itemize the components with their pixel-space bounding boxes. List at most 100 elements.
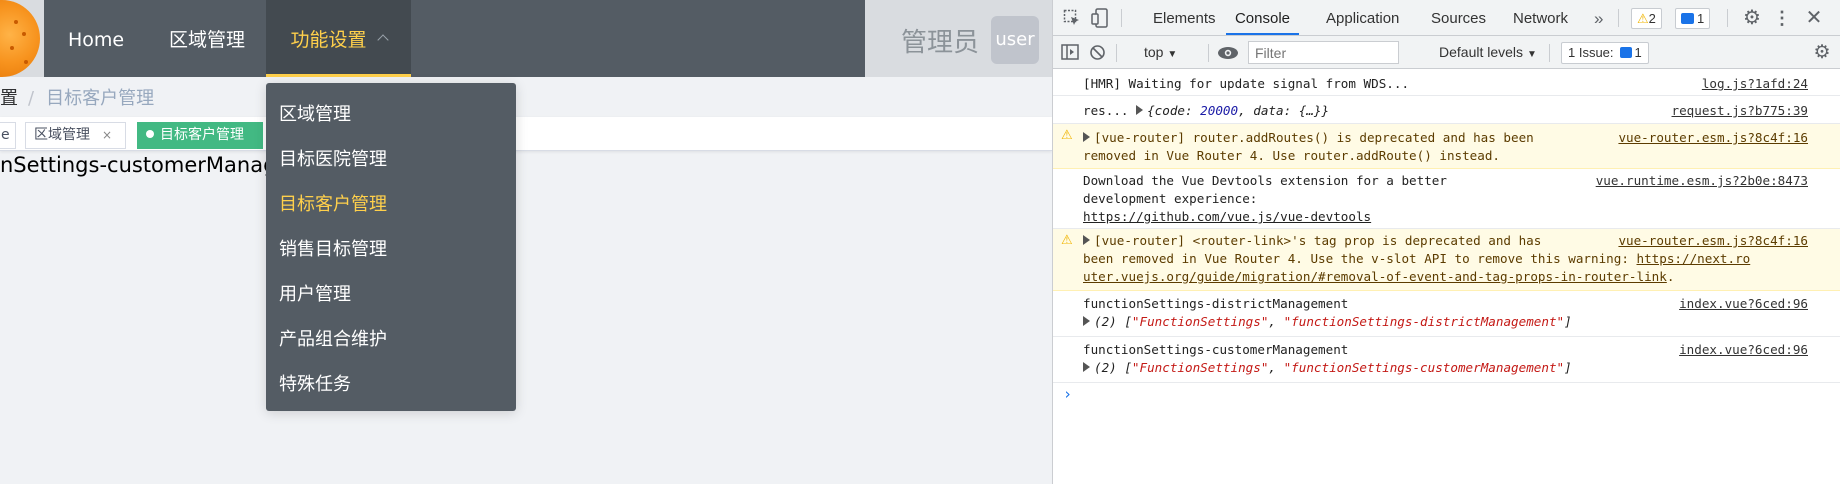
nav-home[interactable]: Home [50, 0, 142, 77]
object-preview-start: {code: [1147, 103, 1201, 118]
toolbar-separator [1121, 9, 1122, 27]
array-comma: , [1268, 360, 1284, 375]
dropdown-item[interactable]: 目标医院管理 [266, 137, 516, 182]
array-close: ] [1564, 360, 1572, 375]
inspect-element-icon[interactable] [1063, 9, 1081, 27]
app-viewport: Home 区域管理 功能设置 管理员 user 置 / 目标客户管理 e 区域管理 ×… [0, 0, 1052, 484]
dropdown-item[interactable]: 特殊任务 [266, 362, 516, 407]
dropdown-item[interactable]: 用户管理 [266, 272, 516, 317]
tab-console[interactable]: Console [1226, 0, 1299, 35]
user-area: 管理员 user [865, 0, 1052, 77]
source-link[interactable]: vue-router.esm.js?8c4f:16 [1618, 232, 1808, 250]
tag-view-item[interactable]: e [0, 122, 16, 149]
clear-console-icon[interactable] [1089, 44, 1106, 61]
devtools-panel: Elements Console Application Sources Net… [1053, 0, 1840, 484]
message-text: res... [1083, 103, 1129, 118]
expand-triangle-icon[interactable] [1083, 235, 1090, 245]
message-text: Download the Vue Devtools extension for … [1083, 173, 1447, 188]
console-output: [HMR] Waiting for update signal from WDS… [1053, 69, 1840, 484]
filter-input[interactable] [1248, 41, 1399, 64]
issues-button[interactable]: 1 Issue: 1 [1561, 42, 1649, 64]
breadcrumb: 置 / 目标客户管理 [0, 84, 154, 110]
console-settings-gear-icon[interactable]: ⚙ [1809, 36, 1835, 69]
warnings-count: 2 [1648, 11, 1656, 26]
tag-view-item-active[interactable]: 目标客户管理 [137, 122, 263, 149]
messages-badge[interactable]: 1 [1675, 8, 1711, 29]
dropdown-item[interactable]: 目标客户管理 [266, 182, 516, 227]
tab-elements[interactable]: Elements [1153, 0, 1216, 35]
console-message: [HMR] Waiting for update signal from WDS… [1053, 69, 1840, 96]
dropdown-item[interactable]: 区域管理 [266, 92, 516, 137]
warning-icon: ⚠ [1061, 233, 1073, 248]
devtools-link[interactable]: https://github.com/vue.js/vue-devtools [1083, 208, 1371, 226]
source-link[interactable]: vue.runtime.esm.js?2b0e:8473 [1596, 172, 1808, 190]
migration-link[interactable]: https://next.ro [1637, 251, 1751, 266]
eye-icon[interactable] [1217, 46, 1239, 60]
more-options-icon[interactable]: ⋮ [1772, 0, 1792, 36]
tab-sources[interactable]: Sources [1431, 0, 1486, 35]
close-icon[interactable]: ✕ [1801, 0, 1827, 36]
console-message: functionSettings-districtManagement (2) … [1053, 291, 1840, 337]
orange-logo-icon [0, 0, 40, 77]
active-dot-icon [146, 130, 154, 138]
message-text: [HMR] Waiting for update signal from WDS… [1083, 76, 1410, 91]
sidebar-toggle-icon[interactable] [1061, 44, 1079, 60]
array-string: "FunctionSettings" [1131, 360, 1269, 375]
expand-triangle-icon[interactable] [1083, 362, 1090, 372]
console-message: Download the Vue Devtools extension for … [1053, 169, 1840, 229]
source-link[interactable]: request.js?b775:39 [1672, 102, 1808, 120]
nav-function-settings[interactable]: 功能设置 [266, 0, 411, 77]
breadcrumb-separator: / [28, 88, 35, 109]
gear-icon[interactable]: ⚙ [1739, 0, 1765, 36]
close-icon[interactable]: × [102, 128, 112, 142]
console-prompt[interactable]: › [1063, 385, 1072, 403]
breadcrumb-parent[interactable]: 置 [0, 88, 18, 109]
array-string: "functionSettings-districtManagement" [1283, 314, 1565, 329]
message-text: development experience: [1083, 191, 1258, 206]
console-warning: ⚠ [vue-router] <router-link>'s tag prop … [1053, 229, 1840, 291]
message-text: functionSettings-customerManagement [1083, 342, 1349, 357]
tab-network[interactable]: Network [1513, 0, 1568, 35]
source-link[interactable]: index.vue?6ced:96 [1679, 341, 1808, 359]
array-string: "functionSettings-customerManagement" [1283, 360, 1565, 375]
message-icon [1681, 13, 1694, 24]
warnings-badge[interactable]: ⚠2 [1631, 8, 1662, 29]
expand-triangle-icon[interactable] [1083, 316, 1090, 326]
toolbar-separator [1208, 44, 1209, 62]
toolbar-separator [1618, 9, 1619, 27]
expand-triangle-icon[interactable] [1083, 132, 1090, 142]
breadcrumb-current: 目标客户管理 [46, 88, 155, 109]
tag-label: 区域管理 [34, 127, 90, 143]
context-selector[interactable]: top ▼ [1144, 36, 1177, 71]
expand-triangle-icon[interactable] [1136, 105, 1144, 115]
migration-link[interactable]: uter.vuejs.org/guide/migration/#removal-… [1083, 269, 1667, 284]
tab-application[interactable]: Application [1326, 0, 1399, 35]
dropdown-item[interactable]: 销售目标管理 [266, 227, 516, 272]
issue-icon [1619, 47, 1632, 58]
admin-name: 管理员 [901, 28, 980, 58]
more-tabs-icon[interactable]: » [1594, 0, 1603, 35]
log-levels-selector[interactable]: Default levels ▼ [1439, 36, 1537, 71]
log-levels-label: Default levels [1439, 44, 1524, 60]
source-link[interactable]: index.vue?6ced:96 [1679, 295, 1808, 313]
array-count: (2) [ [1094, 314, 1132, 329]
warning-text: [vue-router] <router-link>'s tag prop is… [1094, 233, 1542, 248]
toolbar-separator [1549, 44, 1550, 62]
toolbar-separator [1727, 9, 1728, 27]
warning-text: removed in Vue Router 4. Use router.addR… [1083, 148, 1501, 163]
console-message: res... {code: 20000, data: {…}} request.… [1053, 96, 1840, 124]
console-warning: ⚠ [vue-router] router.addRoutes() is dep… [1053, 124, 1840, 169]
source-link[interactable]: log.js?1afd:24 [1702, 75, 1808, 93]
tag-view-item[interactable]: 区域管理 × [25, 122, 126, 149]
top-navbar: Home 区域管理 功能设置 管理员 user [0, 0, 1052, 77]
warning-icon: ⚠ [1637, 11, 1649, 26]
console-toolbar: top ▼ Default levels ▼ 1 Issue: 1 ⚙ [1053, 36, 1840, 69]
device-toolbar-icon[interactable] [1091, 8, 1109, 28]
logo [0, 0, 44, 77]
nav-district-management[interactable]: 区域管理 [148, 0, 266, 77]
avatar[interactable]: user [991, 16, 1039, 64]
source-link[interactable]: vue-router.esm.js?8c4f:16 [1618, 129, 1808, 147]
dropdown-item[interactable]: 产品组合维护 [266, 317, 516, 362]
warning-text: [vue-router] router.addRoutes() is depre… [1094, 130, 1534, 145]
dropdown-arrow-icon: ▼ [1526, 49, 1537, 60]
